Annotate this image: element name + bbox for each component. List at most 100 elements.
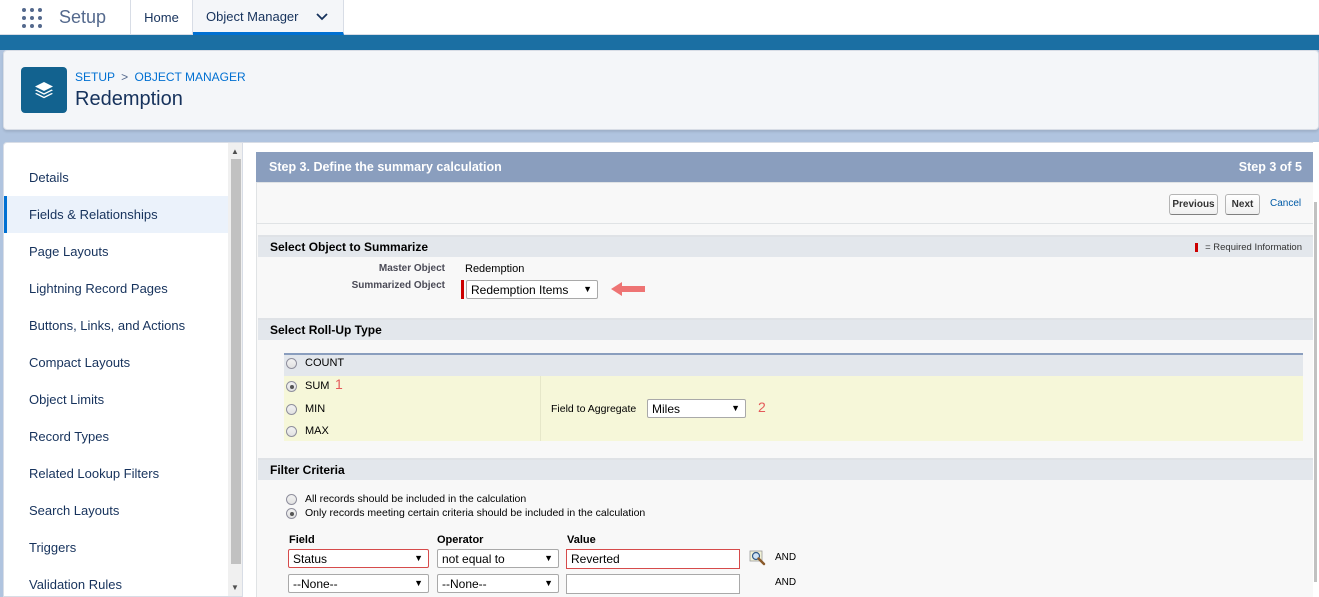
column-header-operator: Operator	[437, 534, 484, 546]
rollup-max-label: MAX	[305, 425, 329, 437]
rollup-divider	[540, 376, 541, 441]
step-header: Step 3. Define the summary calculation S…	[256, 152, 1315, 182]
dropdown-arrow-icon: ▼	[544, 553, 553, 563]
filter-row-2-operator-value: --None--	[442, 576, 487, 591]
main-scrollbar-thumb[interactable]	[1314, 202, 1317, 582]
section-title-rollup: Select Roll-Up Type	[270, 323, 382, 337]
rollup-count-radio[interactable]	[286, 358, 297, 369]
filter-row-1-value-input[interactable]: Reverted	[566, 549, 740, 569]
sidebar-item-buttons-links-actions[interactable]: Buttons, Links, and Actions	[4, 307, 228, 344]
sidebar-item-validation-rules[interactable]: Validation Rules	[4, 566, 228, 596]
filter-row-1-field-select[interactable]: Status ▼	[288, 549, 429, 568]
rollup-min-radio[interactable]	[286, 404, 297, 415]
filter-row-2-field-value: --None--	[293, 576, 338, 591]
page-header: SETUP > OBJECT MANAGER Redemption	[3, 50, 1319, 130]
filter-row-1-field-value: Status	[293, 551, 328, 566]
rollup-max-radio[interactable]	[286, 426, 297, 437]
annotation-2: 2	[758, 399, 766, 415]
sidebar-item-compact-layouts[interactable]: Compact Layouts	[4, 344, 228, 381]
master-object-value: Redemption	[465, 263, 525, 275]
filter-row-2-field-select[interactable]: --None-- ▼	[288, 574, 429, 593]
rollup-sum-label: SUM	[305, 380, 330, 392]
sidebar-item-search-layouts[interactable]: Search Layouts	[4, 492, 228, 529]
previous-button[interactable]: Previous	[1169, 194, 1218, 215]
breadcrumb-object-manager[interactable]: OBJECT MANAGER	[135, 70, 246, 84]
column-header-value: Value	[567, 534, 596, 546]
filter-row-1-operator-select[interactable]: not equal to ▼	[437, 549, 559, 568]
main-scrollbar[interactable]	[1313, 142, 1319, 597]
lookup-icon[interactable]	[749, 550, 767, 566]
required-legend-text: = Required Information	[1205, 241, 1302, 253]
section-header-rollup: Select Roll-Up Type	[258, 318, 1314, 340]
main-panel: Step 3. Define the summary calculation S…	[243, 142, 1319, 597]
filter-all-radio[interactable]	[286, 494, 297, 505]
sidebar: Details Fields & Relationships Page Layo…	[3, 142, 243, 597]
tab-object-manager[interactable]: Object Manager	[193, 0, 344, 35]
step-counter: Step 3 of 5	[1238, 160, 1302, 174]
filter-row-2-value-input[interactable]	[566, 574, 740, 594]
field-to-aggregate-label: Field to Aggregate	[551, 403, 637, 415]
breadcrumb-setup[interactable]: SETUP	[75, 70, 115, 84]
dropdown-arrow-icon: ▼	[731, 403, 740, 413]
sidebar-item-related-lookup-filters[interactable]: Related Lookup Filters	[4, 455, 228, 492]
section-header-object: Select Object to Summarize = Required In…	[258, 235, 1314, 257]
rollup-sum-radio[interactable]	[286, 381, 297, 392]
cancel-link[interactable]: Cancel	[1270, 198, 1301, 209]
dropdown-arrow-icon: ▼	[414, 553, 423, 563]
breadcrumb: SETUP > OBJECT MANAGER	[75, 70, 246, 84]
filter-row-1-conjunction: AND	[775, 552, 797, 563]
scroll-down-icon[interactable]: ▼	[231, 583, 239, 592]
divider	[257, 223, 1314, 224]
rollup-count-label: COUNT	[305, 357, 345, 369]
filter-criteria-radio[interactable]	[286, 508, 297, 519]
filter-all-label: All records should be included in the ca…	[305, 493, 527, 505]
step-body: Previous Next Cancel Select Object to Su…	[256, 182, 1315, 597]
dropdown-arrow-icon: ▼	[583, 284, 592, 294]
sidebar-item-lightning-record-pages[interactable]: Lightning Record Pages	[4, 270, 228, 307]
column-header-field: Field	[289, 534, 315, 546]
sidebar-item-details[interactable]: Details	[4, 159, 228, 196]
summarized-object-select[interactable]: Redemption Items ▼	[466, 280, 598, 299]
app-name: Setup	[59, 7, 107, 27]
required-legend: = Required Information	[1195, 242, 1302, 253]
field-to-aggregate-select[interactable]: Miles ▼	[647, 399, 746, 418]
sidebar-item-triggers[interactable]: Triggers	[4, 529, 228, 566]
summarized-object-label: Summarized Object	[351, 280, 445, 291]
filter-row-2-operator-select[interactable]: --None-- ▼	[437, 574, 559, 593]
sidebar-scrollbar-thumb[interactable]	[231, 159, 241, 564]
header-band	[0, 35, 1319, 50]
sidebar-item-page-layouts[interactable]: Page Layouts	[4, 233, 228, 270]
section-title-filter: Filter Criteria	[270, 463, 345, 477]
top-nav: Setup Home Object Manager	[0, 0, 1319, 35]
tab-object-manager-label: Object Manager	[206, 8, 299, 24]
annotation-1: 1	[335, 376, 343, 392]
master-object-label: Master Object	[378, 263, 445, 274]
required-marker-icon	[1195, 242, 1199, 252]
filter-row-1-operator-value: not equal to	[442, 551, 505, 566]
sidebar-item-fields-relationships[interactable]: Fields & Relationships	[4, 196, 228, 233]
page-title: Redemption	[75, 88, 183, 110]
chevron-down-icon[interactable]	[315, 10, 329, 24]
scroll-up-icon[interactable]: ▲	[231, 147, 239, 156]
filter-criteria-label: Only records meeting certain criteria sh…	[305, 507, 646, 519]
stack-icon	[21, 67, 67, 113]
next-button[interactable]: Next	[1225, 194, 1260, 215]
sidebar-item-record-types[interactable]: Record Types	[4, 418, 228, 455]
dropdown-arrow-icon: ▼	[414, 578, 423, 588]
rollup-min-label: MIN	[305, 403, 326, 415]
required-marker	[461, 280, 464, 299]
rollup-count-row	[284, 353, 1303, 376]
filter-row-2-conjunction: AND	[775, 577, 797, 588]
rollup-type-table	[284, 353, 1303, 443]
summarized-object-select-value: Redemption Items	[471, 282, 569, 297]
section-header-filter: Filter Criteria	[258, 458, 1314, 480]
app-launcher-icon[interactable]	[22, 8, 42, 28]
field-to-aggregate-value: Miles	[652, 401, 681, 416]
breadcrumb-separator: >	[121, 70, 129, 84]
dropdown-arrow-icon: ▼	[544, 578, 553, 588]
rollup-options-area	[284, 376, 1303, 441]
section-title-object: Select Object to Summarize	[270, 240, 429, 254]
arrow-left-annotation-icon	[611, 282, 645, 296]
sidebar-item-object-limits[interactable]: Object Limits	[4, 381, 228, 418]
tab-home[interactable]: Home	[131, 0, 193, 35]
